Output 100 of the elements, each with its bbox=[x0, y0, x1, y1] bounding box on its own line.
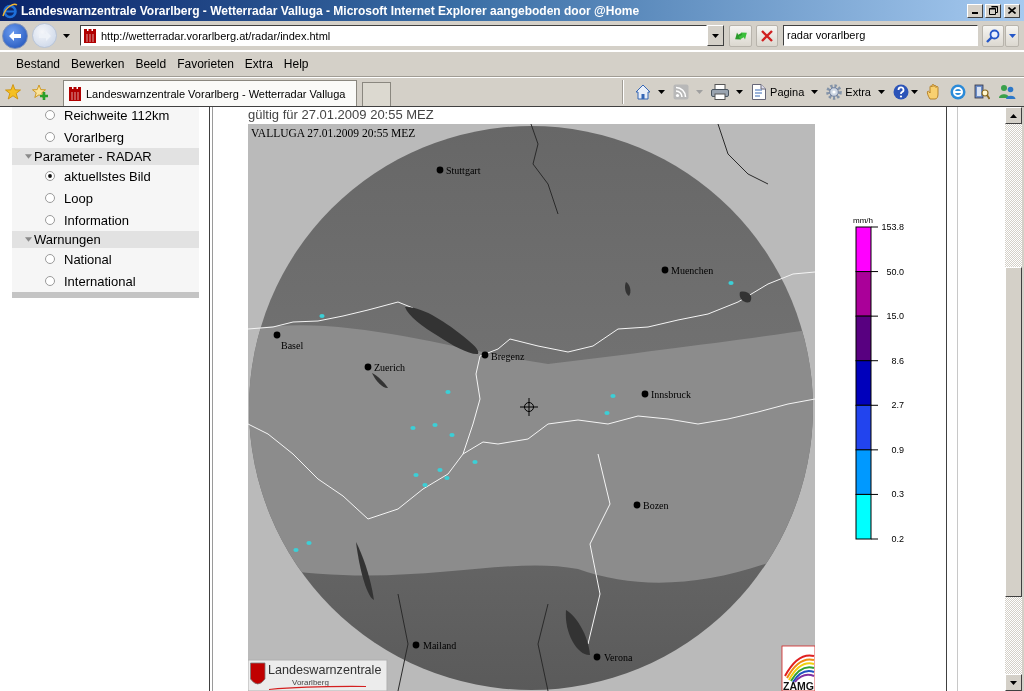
precipitation-echo bbox=[449, 433, 455, 437]
minimize-button[interactable] bbox=[967, 3, 983, 18]
address-field[interactable]: http://wetterradar.vorarlberg.at/radar/index.html bbox=[80, 25, 707, 46]
printer-icon bbox=[711, 84, 730, 100]
precipitation-echo bbox=[610, 394, 616, 398]
city-marker-icon bbox=[273, 331, 281, 339]
radio-button[interactable] bbox=[45, 132, 55, 142]
caret-icon bbox=[1008, 33, 1016, 38]
radio-button[interactable] bbox=[45, 171, 55, 181]
city-label: Verona bbox=[604, 652, 633, 663]
new-tab-button[interactable] bbox=[362, 82, 391, 106]
minimize-icon bbox=[972, 12, 978, 14]
print-button[interactable] bbox=[709, 81, 746, 103]
restore-icon bbox=[988, 6, 998, 15]
option-label[interactable]: Information bbox=[64, 212, 130, 228]
legend-tick-label: 0.2 bbox=[891, 534, 904, 544]
menu-item[interactable]: Favorieten bbox=[172, 56, 239, 71]
city-label: Basel bbox=[281, 340, 304, 351]
city-label: Innsbruck bbox=[651, 389, 691, 400]
logo-title: ZAMG bbox=[783, 680, 814, 691]
option-label[interactable]: National bbox=[64, 251, 112, 267]
logo-subtitle: Vorarlberg bbox=[292, 677, 329, 687]
e-logo-icon bbox=[950, 84, 966, 100]
validity-text: gültig für 27.01.2009 20:55 MEZ bbox=[248, 107, 435, 123]
search-icon bbox=[986, 28, 1000, 43]
legend-tick-label: 0.3 bbox=[891, 489, 904, 500]
caret-icon bbox=[911, 90, 918, 94]
menu-item[interactable]: Extra bbox=[239, 56, 278, 71]
window-title: Landeswarnzentrale Vorarlberg - Wetterradar Valluga - Microsoft Internet Explorer aangeboden door @Home bbox=[21, 3, 641, 18]
city-marker-icon bbox=[641, 390, 649, 398]
crosshair-icon bbox=[519, 397, 539, 417]
arrow-left-icon bbox=[9, 30, 21, 41]
city-marker-icon bbox=[436, 166, 444, 174]
option-label[interactable]: International bbox=[64, 273, 136, 289]
option-label[interactable]: Loop bbox=[64, 190, 93, 206]
home-icon bbox=[635, 84, 652, 100]
back-button[interactable] bbox=[2, 22, 28, 49]
precipitation-echo bbox=[319, 314, 325, 318]
precipitation-echo bbox=[293, 548, 299, 552]
close-button[interactable] bbox=[1004, 3, 1020, 18]
search-options-button[interactable] bbox=[1005, 24, 1019, 47]
legend-tick-label: 2.7 bbox=[891, 400, 904, 411]
precipitation-echo bbox=[410, 426, 416, 430]
scroll-up-button[interactable] bbox=[1005, 107, 1022, 124]
menu-item[interactable]: Bewerken bbox=[66, 56, 130, 71]
city-marker-icon bbox=[633, 501, 641, 509]
page-icon bbox=[751, 84, 768, 100]
book-search-icon bbox=[974, 84, 990, 100]
search-button[interactable] bbox=[982, 24, 1004, 47]
address-dropdown-button[interactable] bbox=[707, 25, 724, 46]
option-label[interactable]: Reichweite 112km bbox=[64, 107, 170, 123]
arrow-right-icon bbox=[38, 30, 51, 41]
search-field[interactable]: radar vorarlberg bbox=[783, 25, 978, 46]
restore-button[interactable] bbox=[985, 3, 1001, 18]
stop-icon bbox=[761, 29, 773, 42]
caret-icon bbox=[712, 33, 719, 38]
settings-icon bbox=[826, 84, 843, 100]
option-label[interactable]: aktuellstes Bild bbox=[64, 168, 151, 184]
radio-button[interactable] bbox=[45, 276, 55, 286]
tools-menu-button[interactable]: Extra bbox=[824, 81, 887, 103]
radio-button[interactable] bbox=[45, 215, 55, 225]
city-marker-icon bbox=[364, 363, 372, 371]
section-header[interactable]: Parameter - RADAR bbox=[12, 148, 199, 165]
menu-item[interactable]: Beeld bbox=[130, 56, 172, 71]
city-label: Muenchen bbox=[671, 265, 714, 276]
refresh-button[interactable] bbox=[729, 24, 752, 47]
scroll-down-button[interactable] bbox=[1005, 674, 1022, 691]
caret-icon bbox=[878, 90, 885, 94]
legend-tick-label: 0.9 bbox=[891, 444, 904, 455]
precipitation-echo bbox=[432, 423, 438, 427]
radio-button[interactable] bbox=[45, 254, 55, 264]
scroll-thumb[interactable] bbox=[1005, 267, 1022, 597]
browser-tab[interactable]: Landeswarnzentrale Vorarlberg - Wetterradar Valluga bbox=[63, 80, 357, 106]
city-marker-icon bbox=[593, 653, 601, 661]
lake bbox=[625, 282, 631, 296]
hand-icon bbox=[926, 84, 942, 100]
arrow-down-icon bbox=[1010, 680, 1017, 685]
precipitation-echo bbox=[604, 411, 610, 415]
option-label[interactable]: Vorarlberg bbox=[64, 129, 124, 145]
people-icon bbox=[998, 84, 1016, 100]
lake bbox=[372, 373, 388, 389]
stop-button[interactable] bbox=[756, 24, 778, 47]
precipitation-echo bbox=[445, 390, 451, 394]
star-plus-icon[interactable] bbox=[32, 84, 48, 100]
caret-icon bbox=[696, 90, 704, 94]
coat-of-arms-icon bbox=[250, 662, 266, 685]
city-label: Bregenz bbox=[491, 351, 525, 362]
section-header[interactable]: Warnungen bbox=[12, 231, 199, 248]
legend-tick-label: 153.8 bbox=[881, 222, 904, 232]
radio-button[interactable] bbox=[45, 193, 55, 203]
city-marker-icon bbox=[481, 351, 489, 359]
page-menu-button[interactable]: Pagina bbox=[749, 81, 821, 103]
city-label: Zuerich bbox=[374, 362, 406, 373]
precipitation-echo bbox=[306, 541, 312, 545]
castle-icon bbox=[69, 86, 81, 101]
menu-item[interactable]: Help bbox=[278, 56, 314, 71]
feed-icon bbox=[673, 84, 690, 100]
menu-item[interactable]: Bestand bbox=[11, 56, 66, 71]
star-icon[interactable] bbox=[5, 84, 21, 100]
radio-button[interactable] bbox=[45, 110, 55, 120]
